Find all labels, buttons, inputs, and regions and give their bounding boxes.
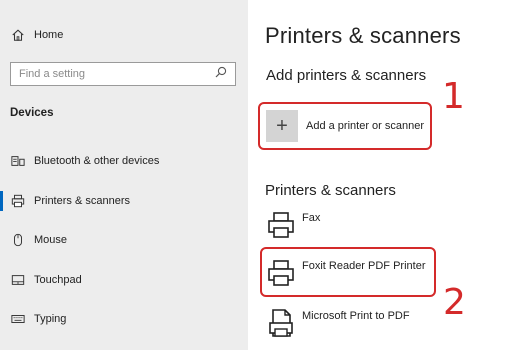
- search-icon[interactable]: [215, 65, 227, 83]
- printer-item-microsoft-pdf[interactable]: Microsoft Print to PDF: [266, 308, 410, 338]
- add-section-title: Add printers & scanners: [266, 67, 427, 84]
- printer-item-fax[interactable]: Fax: [266, 210, 320, 240]
- devices-section-title: Devices: [10, 107, 54, 119]
- printer-label: Microsoft Print to PDF: [302, 310, 410, 322]
- pdf-printer-icon: [266, 308, 296, 338]
- sidebar-item-bluetooth[interactable]: Bluetooth & other devices: [10, 150, 159, 172]
- sidebar-item-label: Typing: [34, 313, 67, 325]
- page-title: Printers & scanners: [265, 23, 461, 48]
- settings-sidebar: Home Devices Bluetooth & other devices P…: [0, 0, 248, 350]
- home-nav-item[interactable]: Home: [10, 24, 63, 46]
- annotation-number-2: 2: [443, 282, 466, 323]
- selected-indicator: [0, 191, 3, 211]
- sidebar-item-label: Bluetooth & other devices: [34, 155, 160, 167]
- sidebar-item-label: Printers & scanners: [34, 195, 130, 207]
- annotation-number-1: 1: [442, 76, 465, 117]
- printer-label: Fax: [302, 212, 321, 224]
- sidebar-item-mouse[interactable]: Mouse: [10, 229, 67, 251]
- sidebar-item-label: Mouse: [34, 234, 68, 246]
- annotation-box-1: [258, 102, 432, 150]
- bluetooth-devices-icon: [10, 153, 26, 169]
- printer-icon: [266, 210, 296, 240]
- mouse-icon: [10, 232, 26, 248]
- search-box[interactable]: [10, 62, 236, 86]
- annotation-box-2: [260, 247, 436, 297]
- keyboard-icon: [10, 311, 26, 327]
- printer-icon: [10, 193, 26, 209]
- sidebar-item-touchpad[interactable]: Touchpad: [10, 269, 82, 291]
- printers-list-title: Printers & scanners: [265, 182, 396, 199]
- home-icon: [10, 27, 26, 43]
- sidebar-item-label: Touchpad: [34, 274, 82, 286]
- sidebar-item-typing[interactable]: Typing: [10, 308, 66, 330]
- home-label: Home: [34, 29, 64, 41]
- search-input[interactable]: [19, 68, 199, 80]
- sidebar-item-printers[interactable]: Printers & scanners: [10, 190, 130, 212]
- touchpad-icon: [10, 272, 26, 288]
